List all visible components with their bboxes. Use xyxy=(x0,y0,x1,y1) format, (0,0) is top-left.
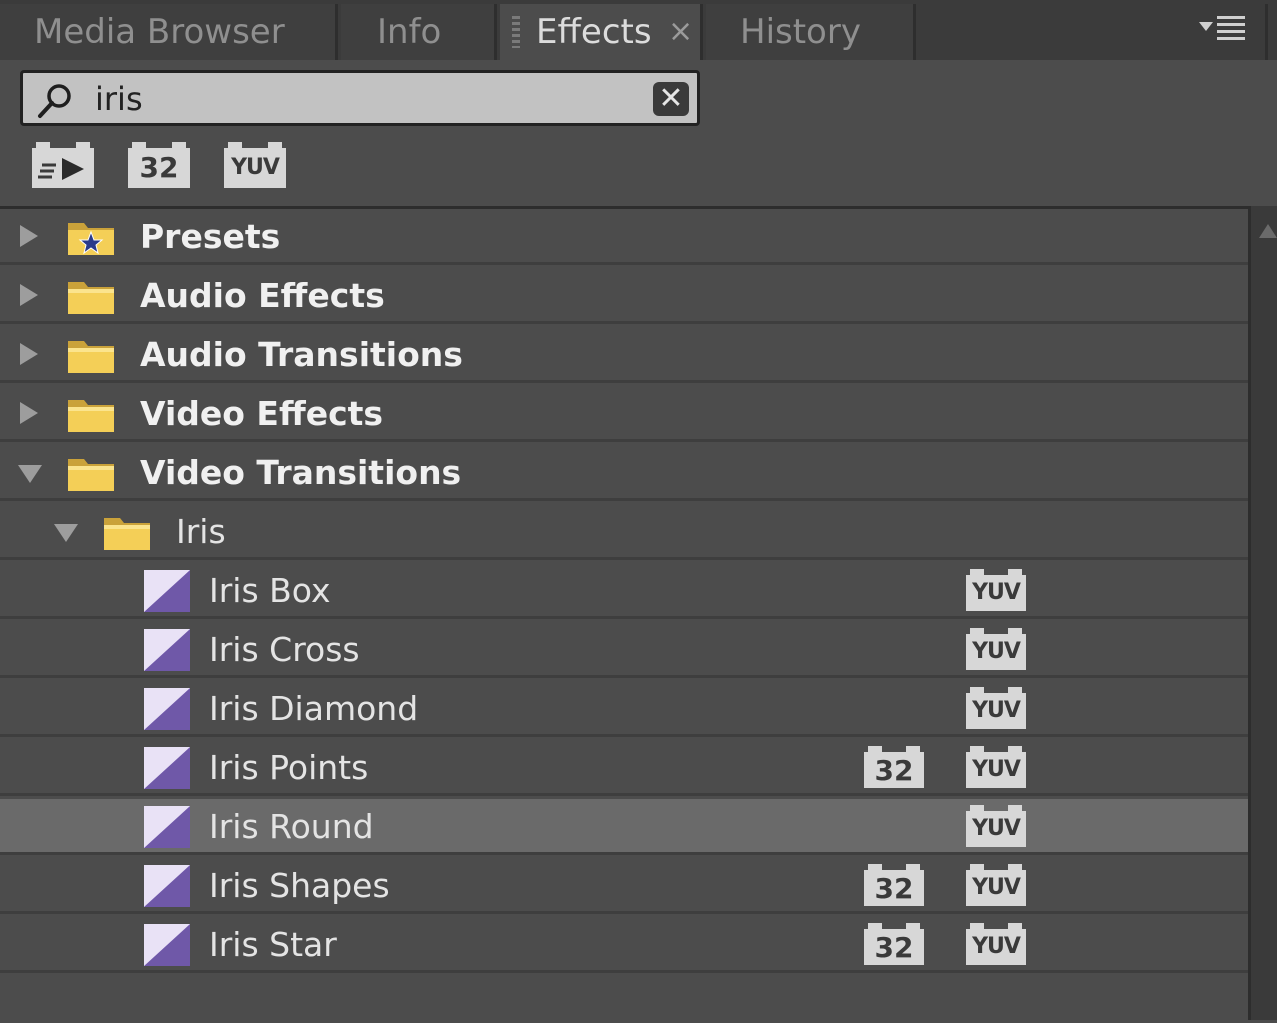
tree-folder-iris[interactable]: Iris xyxy=(0,504,1248,560)
yuv-badge: YUV xyxy=(966,923,1026,965)
expand-triangle-icon[interactable] xyxy=(20,225,38,247)
transition-icon xyxy=(144,806,190,848)
yuv-badge: YUV xyxy=(966,864,1026,906)
accelerated-effects-filter-button[interactable] xyxy=(32,142,94,188)
tree-folder-label: Audio Effects xyxy=(140,276,385,315)
folder-icon xyxy=(68,459,114,491)
tab-info[interactable]: Info xyxy=(341,4,497,60)
accelerated-effects-icon xyxy=(32,142,94,188)
transition-icon xyxy=(144,865,190,907)
search-icon xyxy=(38,84,71,118)
scroll-up-arrow-icon[interactable] xyxy=(1259,224,1277,238)
tree-item-iris-shapes[interactable]: Iris Shapes 32 YUV xyxy=(0,858,1248,914)
search-input[interactable] xyxy=(93,77,657,121)
tree-folder-presets[interactable]: Presets xyxy=(0,209,1248,265)
tree-item-iris-diamond[interactable]: Iris Diamond YUV xyxy=(0,681,1248,737)
folder-icon xyxy=(104,518,150,550)
tab-history[interactable]: History xyxy=(706,4,916,60)
32bit-badge: 32 xyxy=(864,923,924,965)
tab-label: Media Browser xyxy=(34,12,285,52)
yuv-badge: YUV xyxy=(966,746,1026,788)
yuv-badge: YUV xyxy=(966,687,1026,729)
transition-icon xyxy=(144,924,190,966)
tab-label: Info xyxy=(377,12,442,52)
tree-folder-label: Audio Transitions xyxy=(140,335,463,374)
tree-item-label: Iris Star xyxy=(209,925,337,964)
tree-folder-audio-transitions[interactable]: Audio Transitions xyxy=(0,327,1248,383)
32bit-badge: 32 xyxy=(864,864,924,906)
expand-triangle-icon[interactable] xyxy=(20,402,38,424)
transition-icon xyxy=(144,688,190,730)
preset-folder-icon xyxy=(68,223,114,255)
tree-item-label: Iris Points xyxy=(209,748,369,787)
tree-folder-label: Iris xyxy=(176,512,226,551)
tree-folder-label: Presets xyxy=(140,217,281,256)
vertical-scrollbar[interactable] xyxy=(1248,206,1277,1020)
tree-folder-video-effects[interactable]: Video Effects xyxy=(0,386,1248,442)
32bit-badge: 32 xyxy=(128,142,190,188)
tree-folder-label: Video Transitions xyxy=(140,453,462,492)
tree-item-iris-star[interactable]: Iris Star 32 YUV xyxy=(0,917,1248,973)
yuv-filter-button[interactable]: YUV xyxy=(224,142,286,188)
tab-effects[interactable]: Effects × xyxy=(500,4,703,60)
tree-item-label: Iris Shapes xyxy=(209,866,390,905)
expand-triangle-icon[interactable] xyxy=(20,343,38,365)
tree-item-label: Iris Box xyxy=(209,571,331,610)
panel-menu-icon[interactable] xyxy=(1199,14,1247,44)
yuv-badge: YUV xyxy=(966,569,1026,611)
tree-folder-label: Video Effects xyxy=(140,394,384,433)
32bit-filter-button[interactable]: 32 xyxy=(128,142,190,188)
yuv-badge: YUV xyxy=(224,142,286,188)
tree-item-iris-box[interactable]: Iris Box YUV xyxy=(0,563,1248,619)
search-box: ✕ xyxy=(20,70,700,126)
tree-item-label: Iris Diamond xyxy=(209,689,419,728)
tab-media-browser[interactable]: Media Browser xyxy=(0,4,338,60)
effects-tree: Presets Audio Effects Audio Transitions xyxy=(0,206,1248,1023)
folder-icon xyxy=(68,341,114,373)
close-icon[interactable]: × xyxy=(668,4,693,60)
tree-item-label: Iris Cross xyxy=(209,630,360,669)
folder-icon xyxy=(68,400,114,432)
transition-icon xyxy=(144,747,190,789)
transition-icon xyxy=(144,629,190,671)
expand-triangle-icon[interactable] xyxy=(20,284,38,306)
yuv-badge: YUV xyxy=(966,628,1026,670)
yuv-badge: YUV xyxy=(966,805,1026,847)
tree-item-iris-points[interactable]: Iris Points 32 YUV xyxy=(0,740,1248,796)
tab-divider xyxy=(1265,4,1268,60)
tree-item-iris-cross[interactable]: Iris Cross YUV xyxy=(0,622,1248,678)
transition-icon xyxy=(144,570,190,612)
tree-item-iris-round[interactable]: Iris Round YUV xyxy=(0,799,1248,855)
effects-panel: Media Browser Info Effects × History ✕ xyxy=(0,0,1277,1020)
tree-folder-video-transitions[interactable]: Video Transitions xyxy=(0,445,1248,501)
folder-icon xyxy=(68,282,114,314)
tab-grip-icon[interactable] xyxy=(512,16,520,48)
panel-tab-bar: Media Browser Info Effects × History xyxy=(0,0,1277,60)
tab-label: Effects xyxy=(536,12,652,52)
clear-search-icon[interactable]: ✕ xyxy=(653,82,689,116)
collapse-triangle-icon[interactable] xyxy=(54,524,78,542)
32bit-badge: 32 xyxy=(864,746,924,788)
collapse-triangle-icon[interactable] xyxy=(18,465,42,483)
tab-label: History xyxy=(740,12,861,52)
tree-item-label: Iris Round xyxy=(209,807,374,846)
tree-folder-audio-effects[interactable]: Audio Effects xyxy=(0,268,1248,324)
